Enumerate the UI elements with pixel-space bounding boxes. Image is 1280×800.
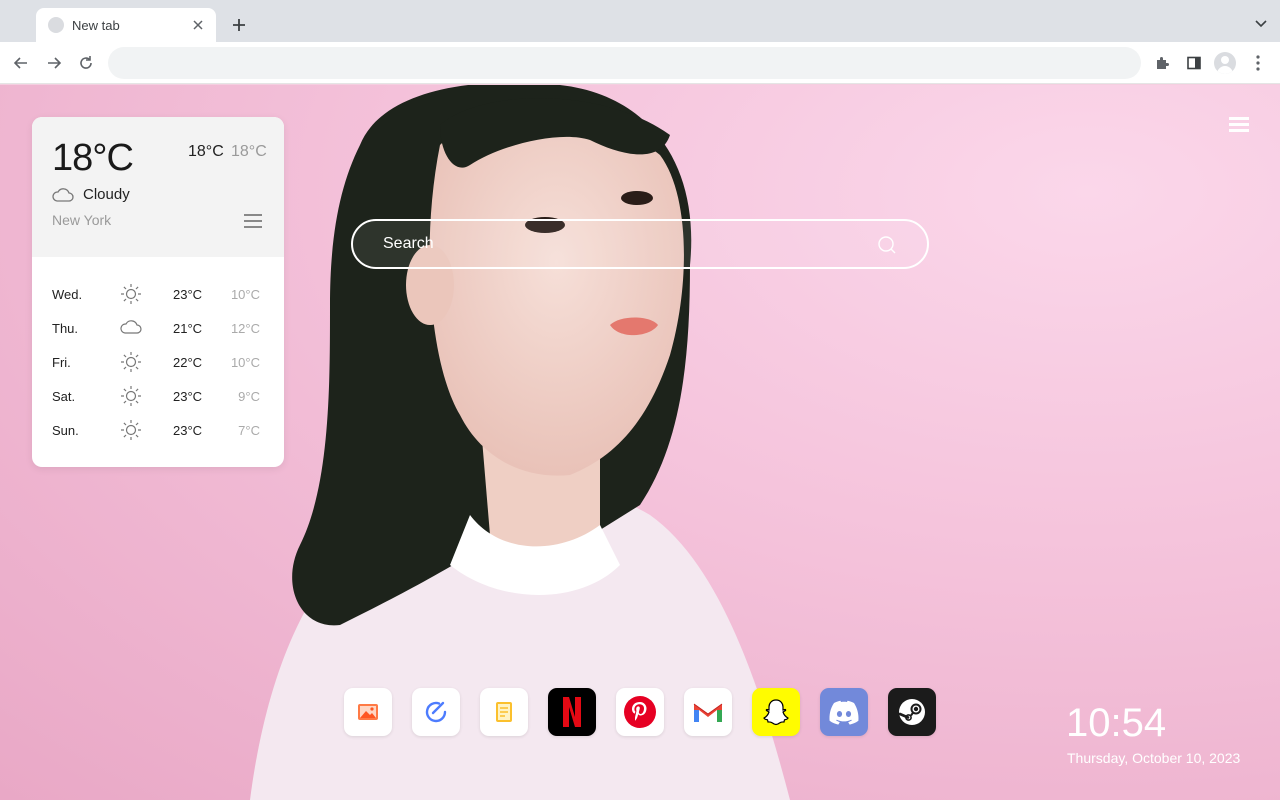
tab-favicon-icon <box>48 17 64 33</box>
weather-widget: 18°C 18°C 18°C Cloudy New York Wed. 23°C… <box>32 117 284 467</box>
forward-button[interactable] <box>43 52 65 74</box>
cloud-icon <box>52 188 74 202</box>
forecast-day: Wed. <box>52 287 83 302</box>
sun-icon <box>121 420 141 440</box>
forecast-row: Wed. 23°C 10°C <box>32 277 284 311</box>
current-temperature: 18°C <box>52 137 134 179</box>
pinterest-icon <box>624 696 656 728</box>
clock-date: Thursday, October 10, 2023 <box>1067 750 1241 766</box>
forecast-row: Sat. 23°C 9°C <box>32 379 284 413</box>
back-button[interactable] <box>10 52 32 74</box>
gmail-icon <box>693 703 723 722</box>
forecast-day: Thu. <box>52 321 79 336</box>
shortcut-snapchat[interactable] <box>752 688 800 736</box>
page-menu-icon[interactable] <box>1229 117 1249 133</box>
reload-icon <box>80 56 92 69</box>
forecast-row: Fri. 22°C 10°C <box>32 345 284 379</box>
browser-menu-button[interactable] <box>1247 52 1269 74</box>
snapchat-icon <box>763 699 789 726</box>
forecast-day: Sun. <box>52 423 79 438</box>
forecast-high: 21°C <box>173 321 203 336</box>
browser-toolbar <box>0 42 1280 84</box>
shortcut-tasks[interactable] <box>412 688 460 736</box>
steam-icon <box>898 699 925 725</box>
forecast-high: 23°C <box>173 389 203 404</box>
forecast-low: 9°C <box>238 389 260 404</box>
shortcut-netflix[interactable] <box>548 688 596 736</box>
arrow-left-icon <box>13 57 27 69</box>
forecast-row: Sun. 23°C 7°C <box>32 413 284 447</box>
sun-icon <box>121 284 141 304</box>
side-panel-icon <box>1187 56 1201 70</box>
today-low: 18°C <box>231 143 267 160</box>
new-tab-page: 18°C 18°C 18°C Cloudy New York Wed. 23°C… <box>0 85 1280 800</box>
shortcut-notes[interactable] <box>480 688 528 736</box>
forecast-list: Wed. 23°C 10°C Thu. 21°C 12°C Fri. 22°C … <box>32 277 284 447</box>
close-tab-icon[interactable] <box>190 17 206 33</box>
shortcut-steam[interactable] <box>888 688 936 736</box>
forecast-low: 7°C <box>238 423 260 438</box>
profile-button[interactable] <box>1214 52 1236 74</box>
extensions-button[interactable] <box>1151 52 1173 74</box>
image-icon <box>358 704 378 720</box>
shortcut-gallery[interactable] <box>344 688 392 736</box>
note-icon <box>496 702 512 722</box>
clock-time: 10:54 <box>1066 701 1167 745</box>
forecast-high: 23°C <box>173 287 203 302</box>
netflix-icon <box>563 697 581 727</box>
search-box <box>351 219 929 269</box>
forecast-low: 12°C <box>230 321 260 336</box>
tab-strip: New tab <box>0 0 1280 42</box>
arrow-right-icon <box>48 57 62 69</box>
chevron-down-icon <box>1255 20 1267 28</box>
weather-city: New York <box>52 212 112 228</box>
reload-button[interactable] <box>75 52 97 74</box>
forecast-day: Fri. <box>52 355 71 370</box>
forecast-row: Thu. 21°C 12°C <box>32 311 284 345</box>
weather-condition: Cloudy <box>83 186 130 203</box>
sun-icon <box>121 352 141 372</box>
forecast-high: 22°C <box>173 355 203 370</box>
tab-new-tab[interactable]: New tab <box>36 8 216 42</box>
check-circle-icon <box>425 701 447 723</box>
search-icon[interactable] <box>877 235 897 255</box>
puzzle-icon <box>1157 57 1169 69</box>
forecast-low: 10°C <box>230 355 260 370</box>
cloud-icon <box>120 320 142 334</box>
avatar-icon <box>1214 52 1236 74</box>
forecast-high: 23°C <box>173 423 203 438</box>
shortcut-gmail[interactable] <box>684 688 732 736</box>
plus-icon <box>233 19 245 31</box>
tab-search-button[interactable] <box>1254 16 1268 30</box>
weather-current: 18°C 18°C 18°C Cloudy New York <box>32 117 284 257</box>
shortcut-pinterest[interactable] <box>616 688 664 736</box>
sun-icon <box>121 386 141 406</box>
shortcut-discord[interactable] <box>820 688 868 736</box>
new-tab-button[interactable] <box>228 14 250 36</box>
tab-title: New tab <box>72 17 120 33</box>
address-bar[interactable] <box>108 47 1141 79</box>
today-high: 18°C <box>188 143 224 160</box>
discord-icon <box>829 700 859 725</box>
kebab-menu-icon <box>1256 55 1260 71</box>
weather-menu-icon[interactable] <box>244 214 262 228</box>
forecast-day: Sat. <box>52 389 76 404</box>
search-input[interactable] <box>383 221 863 267</box>
side-panel-button[interactable] <box>1183 52 1205 74</box>
forecast-low: 10°C <box>230 287 260 302</box>
